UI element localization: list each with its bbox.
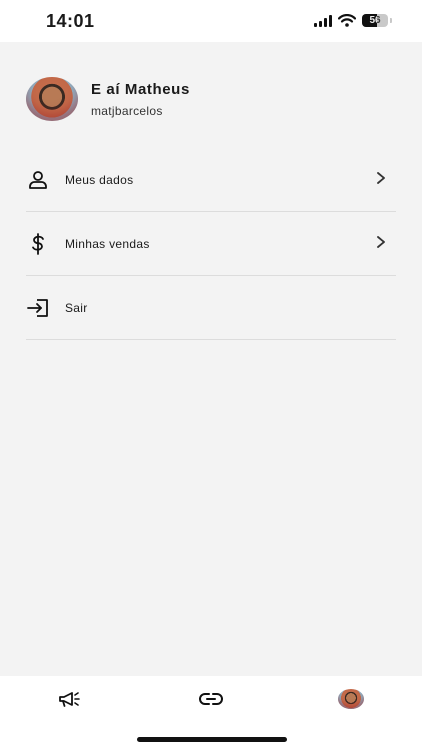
menu-list: Meus dados Minhas vendas Sair: [26, 148, 396, 340]
menu-item-label: Meus dados: [65, 172, 134, 187]
battery-cap: [390, 18, 392, 23]
battery-level: 56: [369, 15, 381, 26]
tab-links[interactable]: [199, 688, 223, 710]
profile-screen: E aí Matheus matjbarcelos Meus dados Min…: [0, 42, 422, 676]
status-icons: 56: [314, 14, 392, 27]
tab-announcements[interactable]: [58, 688, 82, 710]
menu-item-label: Sair: [65, 300, 88, 315]
chevron-right-icon: [377, 172, 385, 184]
menu-item-sair[interactable]: Sair: [26, 276, 396, 340]
tab-bar: [0, 676, 422, 750]
status-time: 14:01: [46, 11, 95, 31]
menu-item-meus-dados[interactable]: Meus dados: [26, 148, 396, 212]
home-indicator: [137, 737, 287, 742]
greeting: E aí Matheus: [91, 80, 190, 98]
tab-profile[interactable]: [337, 688, 365, 710]
menu-item-label: Minhas vendas: [65, 236, 150, 251]
battery-icon: 56: [362, 14, 388, 27]
profile-header: E aí Matheus matjbarcelos: [26, 77, 190, 121]
status-bar: 14:01 56: [0, 0, 422, 42]
avatar: [26, 77, 78, 121]
logout-icon: [26, 296, 50, 320]
dollar-icon: [26, 232, 50, 256]
chevron-right-icon: [377, 236, 385, 248]
profile-text: E aí Matheus matjbarcelos: [91, 81, 190, 118]
cellular-signal-icon: [314, 14, 332, 27]
menu-item-minhas-vendas[interactable]: Minhas vendas: [26, 212, 396, 276]
megaphone-icon: [59, 692, 80, 707]
wifi-icon: [338, 14, 356, 27]
username: matjbarcelos: [91, 103, 163, 118]
link-icon: [199, 693, 223, 705]
profile-avatar: [338, 689, 364, 709]
person-icon: [26, 168, 50, 192]
